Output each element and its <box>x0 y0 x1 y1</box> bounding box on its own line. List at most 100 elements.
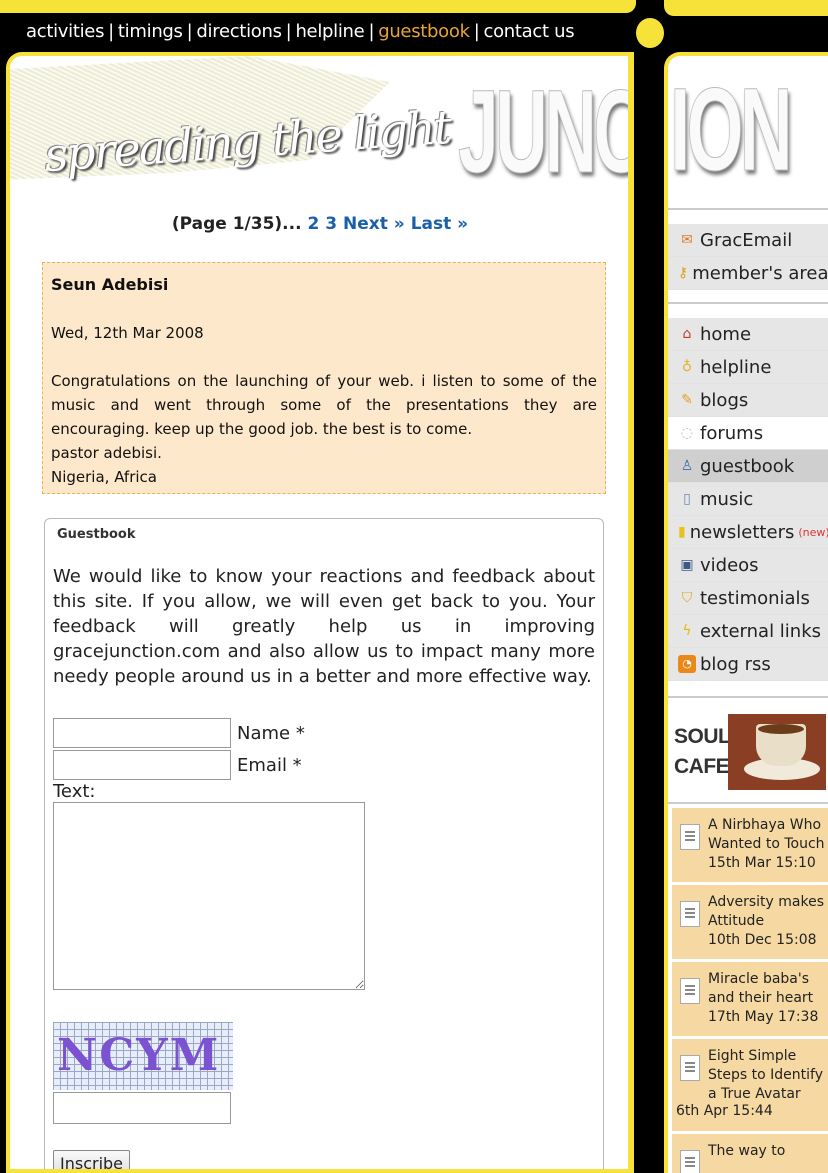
sidebar-item-label: testimonials <box>700 587 810 609</box>
entry-location: Nigeria, Africa <box>51 468 157 486</box>
pencil-icon: ✎ <box>681 392 693 408</box>
nav-timings[interactable]: timings <box>118 21 183 42</box>
site-header: spreading the light JUNC <box>10 56 628 199</box>
sidebar-divider <box>668 802 828 804</box>
top-navigation: activities | timings | directions | helpline | g… <box>0 0 636 52</box>
top-yellow-band <box>0 0 636 13</box>
list-item[interactable]: Adversity makes Attitude 10th Dec 15:08 <box>672 885 828 959</box>
page-3-link[interactable]: 3 <box>325 214 337 234</box>
cafe-line-1: SOUL <box>674 725 731 748</box>
sidebar-item-guestbook[interactable]: ♙ guestbook <box>668 450 828 483</box>
document-icon <box>680 978 700 1004</box>
list-item[interactable]: The way to <box>672 1134 828 1173</box>
entry-message: Congratulations on the launching of your… <box>51 372 597 438</box>
guestbook-form-box: Guestbook We would like to know your rea… <box>44 518 604 1169</box>
sidebar-item-label: videos <box>700 554 759 576</box>
soul-cafe-wordmark: SOUL CAFE <box>674 722 731 782</box>
sidebar-item-label: GracEmail <box>700 229 793 251</box>
sidebar-divider <box>668 208 828 210</box>
nav-helpline[interactable]: helpline <box>295 21 364 42</box>
sidebar-item-label: music <box>700 488 754 510</box>
sidebar-item-members-area[interactable]: ⚷ member's area <box>668 257 828 290</box>
text-label: Text: <box>53 781 96 802</box>
nav-separator: | <box>285 21 292 42</box>
name-label: Name * <box>237 722 305 744</box>
top-nav-links: activities | timings | directions | helpline | g… <box>26 21 575 42</box>
lightning-icon: ϟ <box>682 623 692 639</box>
forum-icon: ◌ <box>680 425 694 441</box>
sidebar-item-helpline[interactable]: ♁ helpline <box>668 351 828 384</box>
guestbook-entry: Seun Adebisi Wed, 12th Mar 2008 Congratu… <box>42 262 606 494</box>
sidebar-divider <box>668 696 828 698</box>
sidebar-item-label: guestbook <box>700 455 795 477</box>
site-logo-right: ION <box>670 64 793 197</box>
news-title: Eight Simple Steps to Identify a True Av… <box>708 1048 823 1102</box>
music-icon: ▯ <box>683 491 691 507</box>
news-list: A Nirbhaya Who Wanted to Touch 15th Mar … <box>672 808 828 1173</box>
news-title: Miracle baba's and their heart <box>708 971 814 1006</box>
sidebar-item-label: blog rss <box>700 653 771 675</box>
column-divider <box>636 48 664 1173</box>
captcha-input[interactable] <box>53 1092 231 1124</box>
name-row: Name * <box>53 717 365 749</box>
sidebar-item-blogs[interactable]: ✎ blogs <box>668 384 828 417</box>
nav-guestbook[interactable]: guestbook <box>378 21 470 42</box>
shield-icon: ⛉ <box>681 590 693 606</box>
email-label: Email * <box>237 754 302 776</box>
guestbook-title: Guestbook <box>57 527 136 542</box>
soul-cafe-banner[interactable]: SOUL CAFE <box>668 708 828 794</box>
name-input[interactable] <box>53 718 231 748</box>
user-icon: ♙ <box>680 458 694 474</box>
nav-separator: | <box>186 21 193 42</box>
nav-contact-us[interactable]: contact us <box>484 21 575 42</box>
news-date: 15th Mar 15:10 <box>708 855 816 871</box>
captcha-image: NCYM <box>53 1022 233 1090</box>
sidebar-item-newsletters[interactable]: ▮ newsletters (new) <box>668 516 828 549</box>
divider-yellow-dot <box>636 18 664 48</box>
entry-author: Seun Adebisi <box>51 275 169 294</box>
document-icon <box>680 901 700 927</box>
coffee-cup-icon <box>728 714 826 790</box>
new-badge: (new) <box>798 525 828 539</box>
pagination: (Page 1/35)... 2 3 Next » Last » <box>10 214 628 234</box>
sidebar-item-label: helpline <box>700 356 772 378</box>
nav-directions[interactable]: directions <box>196 21 282 42</box>
nav-activities[interactable]: activities <box>26 21 104 42</box>
list-item[interactable]: A Nirbhaya Who Wanted to Touch 15th Mar … <box>672 808 828 882</box>
list-item[interactable]: Eight Simple Steps to Identify a True Av… <box>672 1039 828 1131</box>
inscribe-button[interactable]: Inscribe <box>53 1150 131 1169</box>
message-textarea[interactable] <box>53 802 365 990</box>
sidebar-item-videos[interactable]: ▣ videos <box>668 549 828 582</box>
sidebar: ION ✉ GracEmail ⚷ member's area ⌂ home ♁… <box>664 52 828 1173</box>
sidebar-item-blog-rss[interactable]: ◔ blog rss <box>668 648 828 681</box>
list-item[interactable]: Miracle baba's and their heart 17th May … <box>672 962 828 1036</box>
sidebar-item-home[interactable]: ⌂ home <box>668 318 828 351</box>
last-page-link[interactable]: Last » <box>411 214 468 234</box>
guestbook-form: Name * Email * Text: NCYM Inscribe <box>53 717 365 1169</box>
captcha-text: NCYM <box>57 1030 221 1081</box>
sidebar-item-testimonials[interactable]: ⛉ testimonials <box>668 582 828 615</box>
coffee-surface <box>758 724 804 734</box>
email-input[interactable] <box>53 750 231 780</box>
sidebar-item-gracemail[interactable]: ✉ GracEmail <box>668 224 828 257</box>
main-content: spreading the light JUNC (Page 1/35)... … <box>6 52 634 1173</box>
right-top-yellow-band <box>664 0 828 16</box>
nav-separator: | <box>368 21 375 42</box>
home-icon: ⌂ <box>682 326 692 342</box>
sidebar-item-music[interactable]: ▯ music <box>668 483 828 516</box>
news-title: Adversity makes Attitude <box>708 894 825 929</box>
cafe-line-2: CAFE <box>674 755 730 778</box>
page-2-link[interactable]: 2 <box>307 214 319 234</box>
news-date: 10th Dec 15:08 <box>708 932 817 948</box>
sidebar-divider <box>668 302 828 304</box>
sidebar-item-label: newsletters <box>689 521 795 543</box>
main-menu: ⌂ home ♁ helpline ✎ blogs ◌ forums ♙ gue… <box>668 318 828 681</box>
page-status: (Page 1/35)... <box>171 214 302 234</box>
site-logo-left: JUNC <box>458 66 634 199</box>
envelope-icon: ✉ <box>681 232 693 248</box>
sidebar-item-forums[interactable]: ◌ forums <box>668 417 828 450</box>
next-page-link[interactable]: Next » <box>343 214 405 234</box>
sidebar-item-external-links[interactable]: ϟ external links <box>668 615 828 648</box>
entry-signoff: pastor adebisi. <box>51 444 162 462</box>
key-icon: ⚷ <box>678 265 689 281</box>
